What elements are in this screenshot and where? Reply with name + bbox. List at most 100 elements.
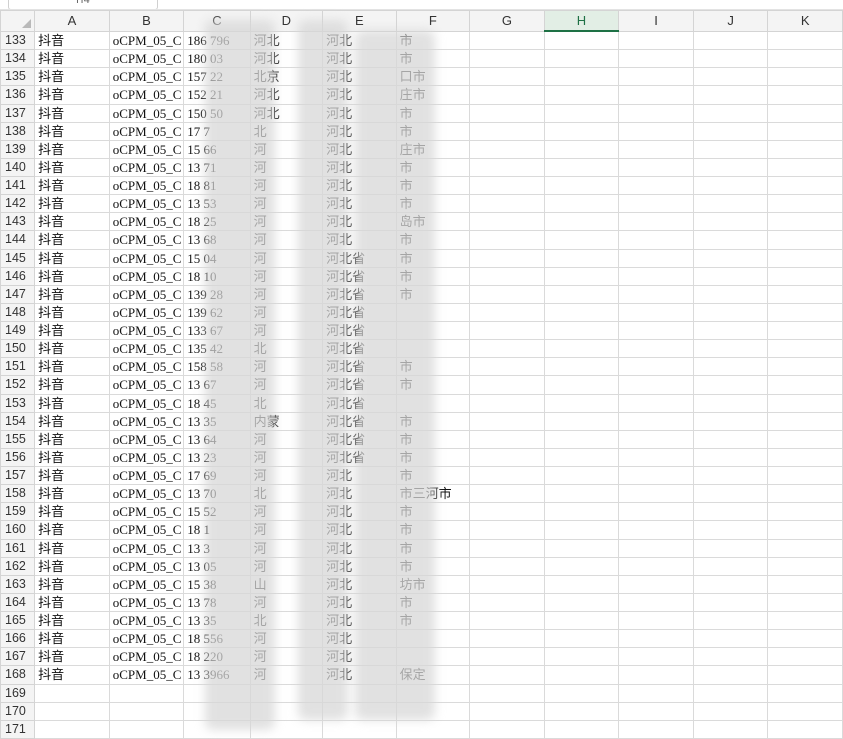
cell-b[interactable]: oCPM_05_C [108,194,185,214]
row-header[interactable]: 156 [0,447,36,468]
cell-empty[interactable] [469,701,545,721]
cell-a[interactable]: 抖音 [34,266,110,286]
cell-empty[interactable] [618,302,694,323]
cell-e[interactable] [322,719,397,739]
cell-b[interactable]: oCPM_05_C [108,339,185,359]
cell-empty[interactable] [692,85,769,105]
cell-empty[interactable] [469,719,545,739]
cell-a[interactable]: 抖音 [34,357,110,377]
cell-a[interactable]: 抖音 [34,629,110,649]
cell-b[interactable]: oCPM_05_C [108,574,185,594]
row-header[interactable]: 151 [0,357,36,377]
cell-empty[interactable] [469,248,545,268]
cell-empty[interactable] [543,502,620,522]
cell-empty[interactable] [543,447,620,468]
cell-empty[interactable] [692,194,769,214]
cell-empty[interactable] [692,538,769,558]
cell-empty[interactable] [692,502,769,522]
cell-a[interactable]: 抖音 [34,465,110,486]
cell-empty[interactable] [469,30,545,51]
cell-empty[interactable] [618,629,694,649]
cell-empty[interactable] [767,683,843,703]
cell-empty[interactable] [767,230,843,250]
cell-empty[interactable] [767,375,843,395]
cell-empty[interactable] [767,194,843,214]
row-header[interactable]: 150 [0,339,36,359]
row-header[interactable]: 142 [0,194,36,214]
cell-a[interactable]: 抖音 [34,484,110,504]
cell-empty[interactable] [692,701,769,721]
cell-empty[interactable] [767,67,843,87]
cell-a[interactable]: 抖音 [34,320,110,341]
cell-empty[interactable] [543,683,620,703]
row-header[interactable]: 138 [0,121,36,141]
row-header[interactable]: 139 [0,139,36,159]
row-header[interactable]: 155 [0,429,36,449]
cell-empty[interactable] [767,212,843,232]
cell-empty[interactable] [767,629,843,649]
cell-empty[interactable] [469,139,545,159]
cell-empty[interactable] [692,683,769,703]
column-header-k[interactable]: K [767,10,843,32]
cell-empty[interactable] [692,411,769,431]
cell-empty[interactable] [543,212,620,232]
column-header-h[interactable]: H [543,10,620,32]
cell-empty[interactable] [618,465,694,486]
cell-empty[interactable] [543,375,620,395]
cell-empty[interactable] [767,411,843,431]
select-all-corner[interactable] [0,10,36,32]
cell-empty[interactable] [692,230,769,250]
cell-empty[interactable] [469,411,545,431]
cell-empty[interactable] [618,484,694,504]
cell-empty[interactable] [543,393,620,413]
cell-a[interactable]: 抖音 [34,375,110,395]
cell-a[interactable]: 抖音 [34,520,110,540]
cell-b[interactable] [108,701,185,721]
cell-empty[interactable] [543,230,620,250]
cell-empty[interactable] [692,103,769,123]
cell-empty[interactable] [469,339,545,359]
cell-b[interactable]: oCPM_05_C [108,556,185,576]
cell-empty[interactable] [692,157,769,178]
row-header[interactable]: 145 [0,248,36,268]
cell-empty[interactable] [618,230,694,250]
cell-a[interactable]: 抖音 [34,411,110,431]
cell-empty[interactable] [692,121,769,141]
cell-empty[interactable] [692,139,769,159]
cell-empty[interactable] [469,393,545,413]
cell-empty[interactable] [469,194,545,214]
cell-empty[interactable] [767,610,843,631]
cell-a[interactable]: 抖音 [34,85,110,105]
cell-empty[interactable] [469,375,545,395]
cell-a[interactable]: 抖音 [34,447,110,468]
cell-empty[interactable] [543,266,620,286]
cell-empty[interactable] [767,647,843,667]
cell-b[interactable]: oCPM_05_C [108,121,185,141]
cell-empty[interactable] [692,629,769,649]
cell-b[interactable] [108,683,185,703]
cell-empty[interactable] [469,629,545,649]
row-header[interactable]: 135 [0,67,36,87]
cell-empty[interactable] [767,248,843,268]
cell-empty[interactable] [767,447,843,468]
cell-empty[interactable] [618,683,694,703]
cell-empty[interactable] [543,610,620,631]
cell-empty[interactable] [543,629,620,649]
cell-empty[interactable] [692,610,769,631]
cell-empty[interactable] [618,502,694,522]
row-header[interactable]: 148 [0,302,36,323]
cell-empty[interactable] [618,411,694,431]
cell-empty[interactable] [543,411,620,431]
cell-a[interactable]: 抖音 [34,647,110,667]
cell-a[interactable]: 抖音 [34,121,110,141]
cell-empty[interactable] [767,339,843,359]
cell-empty[interactable] [618,67,694,87]
cell-b[interactable]: oCPM_05_C [108,320,185,341]
cell-b[interactable]: oCPM_05_C [108,429,185,449]
cell-b[interactable]: oCPM_05_C [108,85,185,105]
cell-empty[interactable] [618,429,694,449]
cell-empty[interactable] [469,665,545,685]
row-header[interactable]: 153 [0,393,36,413]
cell-empty[interactable] [692,67,769,87]
row-header[interactable]: 163 [0,574,36,594]
